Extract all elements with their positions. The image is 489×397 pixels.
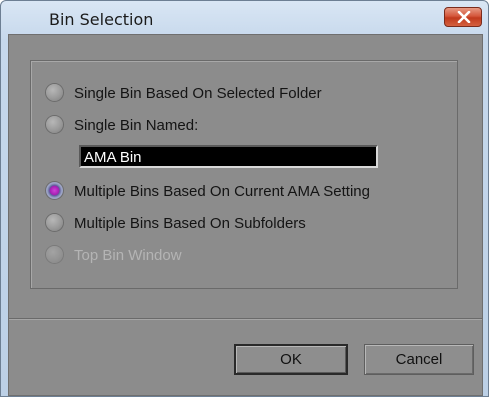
option-label: Single Bin Named:	[74, 117, 199, 134]
bin-name-value: AMA Bin	[84, 149, 142, 166]
title-bar[interactable]: Bin Selection	[1, 1, 488, 33]
radio-top-bin-window	[46, 246, 63, 263]
bin-name-input[interactable]: AMA Bin	[79, 145, 378, 168]
radio-multiple-bins-subfolders[interactable]	[46, 214, 63, 231]
ok-button[interactable]: OK	[234, 344, 348, 375]
radio-single-bin-selected-folder[interactable]	[46, 84, 63, 101]
radio-multiple-bins-ama-setting[interactable]	[46, 182, 63, 199]
option-label: Single Bin Based On Selected Folder	[74, 85, 322, 102]
dialog-body: Single Bin Based On Selected Folder Sing…	[8, 34, 483, 396]
divider-highlight	[9, 319, 482, 320]
bin-selection-dialog: Bin Selection Single Bin Based On Select…	[0, 0, 489, 397]
option-label: Top Bin Window	[74, 247, 182, 264]
cancel-button[interactable]: Cancel	[364, 344, 474, 375]
dialog-title: Bin Selection	[49, 10, 154, 29]
close-button[interactable]	[444, 7, 482, 27]
close-x-icon	[457, 11, 471, 23]
option-label: Multiple Bins Based On Current AMA Setti…	[74, 183, 370, 200]
option-label: Multiple Bins Based On Subfolders	[74, 215, 306, 232]
radio-single-bin-named[interactable]	[46, 116, 63, 133]
